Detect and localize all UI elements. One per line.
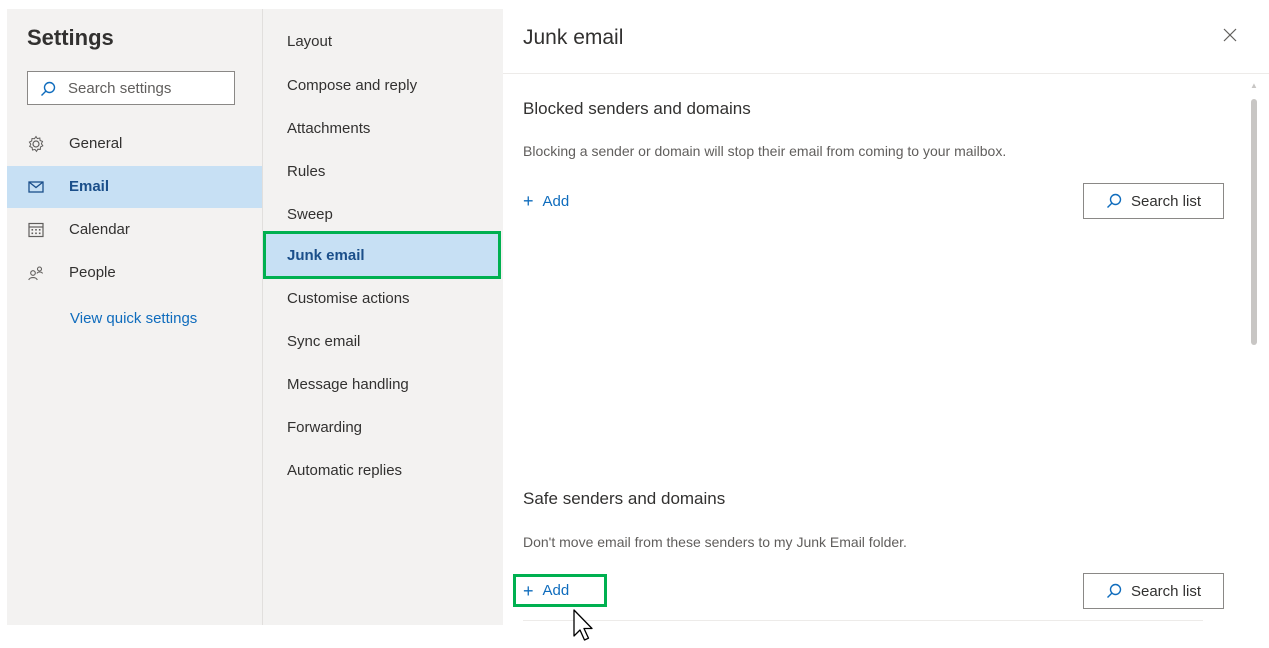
subnav-compose-and-reply[interactable]: Compose and reply <box>287 77 417 94</box>
category-label: General <box>69 135 123 152</box>
panel-title: Junk email <box>523 26 624 49</box>
plus-icon: + <box>523 191 534 211</box>
email-settings-subnav: Layout Compose and reply Attachments Rul… <box>262 9 504 625</box>
category-calendar[interactable]: Calendar <box>7 209 262 251</box>
search-settings-input[interactable] <box>68 78 228 98</box>
subnav-message-handling[interactable]: Message handling <box>287 376 409 393</box>
category-label: Calendar <box>69 221 130 238</box>
subnav-layout[interactable]: Layout <box>287 33 332 50</box>
blocked-search-list-button[interactable]: Search list <box>1083 183 1224 219</box>
subnav-attachments[interactable]: Attachments <box>287 120 370 137</box>
add-label: Add <box>542 582 570 599</box>
scrollbar-thumb[interactable] <box>1251 99 1257 345</box>
blocked-add-button[interactable]: + Add <box>523 190 569 212</box>
safe-add-button[interactable]: + Add <box>513 574 607 607</box>
search-icon <box>41 81 56 96</box>
settings-categories-pane: Settings General Email Calenda <box>7 9 262 625</box>
category-label: People <box>69 264 116 281</box>
mouse-cursor-icon <box>573 609 593 641</box>
settings-title: Settings <box>27 25 114 50</box>
people-icon <box>28 266 44 281</box>
subnav-junk-email-label: Junk email <box>287 247 365 264</box>
gear-icon <box>28 135 44 153</box>
header-divider <box>503 73 1269 74</box>
subnav-customise-actions[interactable]: Customise actions <box>287 290 410 307</box>
view-quick-settings-link[interactable]: View quick settings <box>70 310 197 327</box>
blocked-section-description: Blocking a sender or domain will stop th… <box>523 143 1007 159</box>
search-icon <box>1106 193 1122 208</box>
subnav-junk-email[interactable]: Junk email <box>263 231 501 279</box>
calendar-icon <box>28 222 44 238</box>
search-icon <box>1106 583 1122 598</box>
section-divider <box>523 620 1203 621</box>
close-icon[interactable] <box>1221 26 1239 44</box>
category-email[interactable]: Email <box>7 166 262 208</box>
scroll-up-arrow-icon[interactable]: ▲ <box>1250 81 1258 90</box>
safe-section-description: Don't move email from these senders to m… <box>523 534 907 550</box>
search-settings-box[interactable] <box>27 71 235 105</box>
category-people[interactable]: People <box>7 252 262 294</box>
subnav-rules[interactable]: Rules <box>287 163 325 180</box>
junk-email-panel: Junk email ▲ Blocked senders and domains… <box>503 9 1269 625</box>
subnav-sweep[interactable]: Sweep <box>287 206 333 223</box>
search-list-label: Search list <box>1130 582 1202 600</box>
category-general[interactable]: General <box>7 123 262 165</box>
subnav-sync-email[interactable]: Sync email <box>287 333 360 350</box>
subnav-forwarding[interactable]: Forwarding <box>287 419 362 436</box>
plus-icon: + <box>523 580 534 601</box>
mail-icon <box>28 181 44 193</box>
category-label: Email <box>69 178 110 195</box>
safe-search-list-button[interactable]: Search list <box>1083 573 1224 609</box>
subnav-automatic-replies[interactable]: Automatic replies <box>287 462 402 479</box>
search-list-label: Search list <box>1130 192 1202 210</box>
safe-section-title: Safe senders and domains <box>523 489 726 508</box>
add-label: Add <box>542 192 570 210</box>
blocked-section-title: Blocked senders and domains <box>523 99 751 118</box>
